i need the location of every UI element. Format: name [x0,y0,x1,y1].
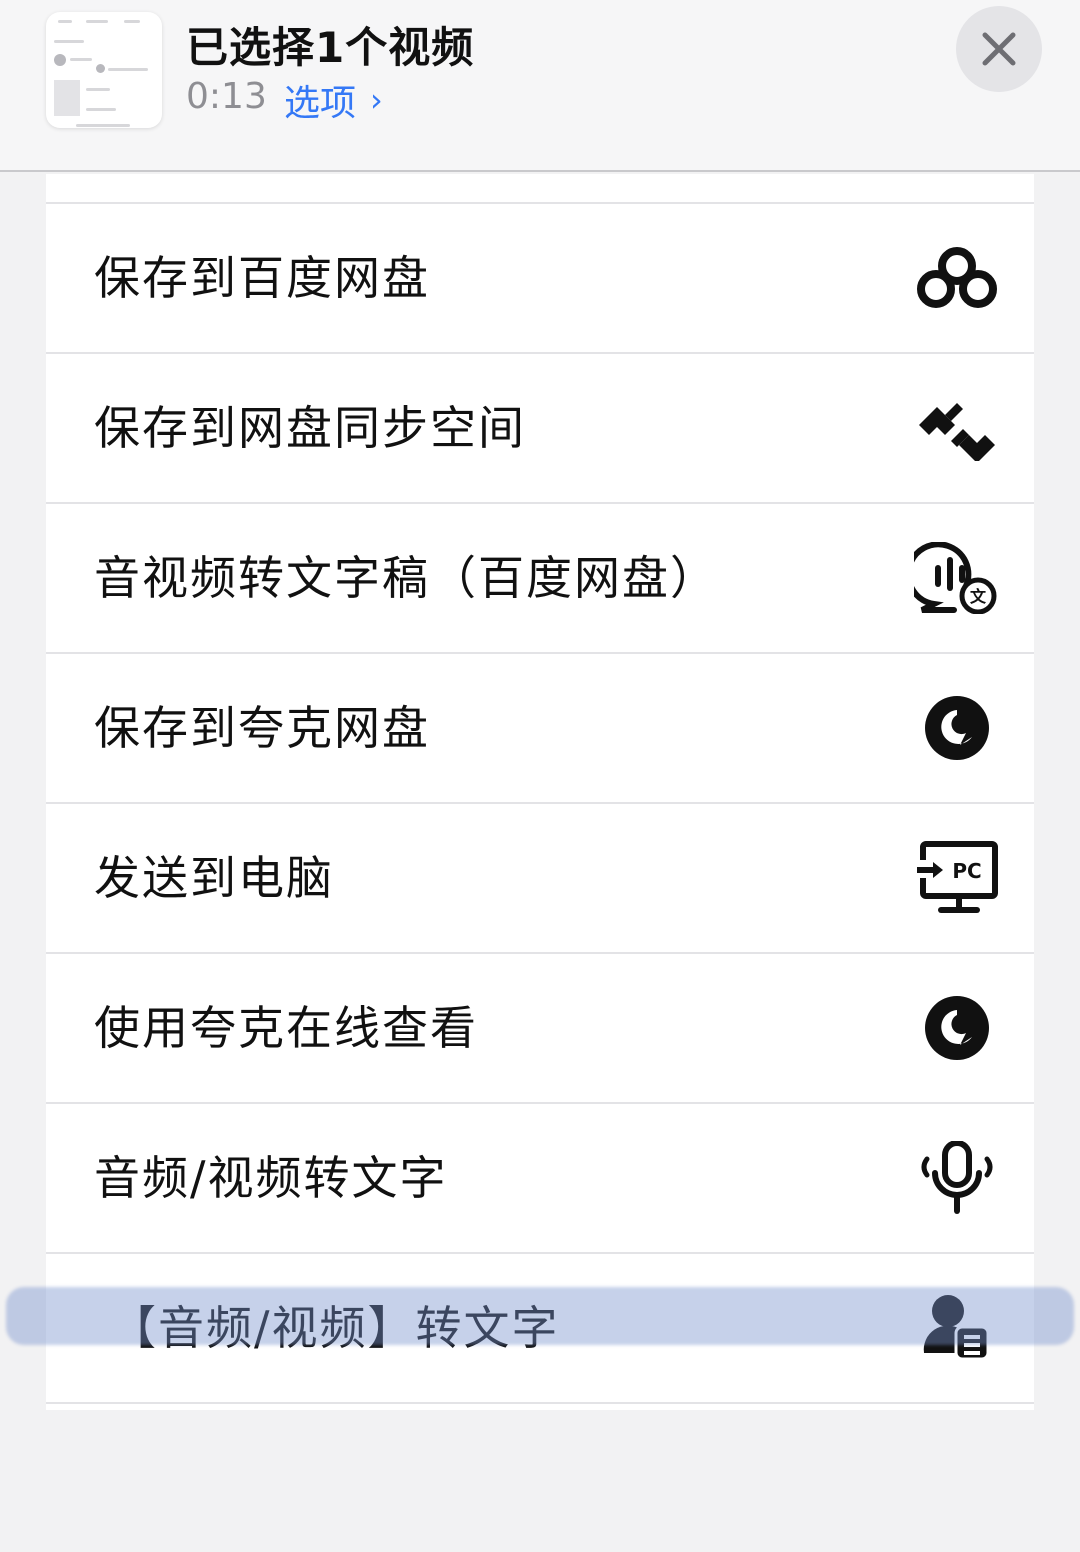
video-duration: 0:13 [186,76,267,117]
action-row-quark-view[interactable]: 使用夸克在线查看 [46,952,1034,1102]
microphone-icon [912,1141,1002,1214]
action-label: 使用夸克在线查看 [94,1001,478,1055]
action-label: 保存到夸克网盘 [94,701,430,755]
baidu-netdisk-icon [912,243,1002,313]
action-row-send-to-pc[interactable]: 发送到电脑 PC [46,802,1034,952]
action-label: 保存到网盘同步空间 [94,401,526,455]
chevron-right-icon: › [370,81,383,119]
action-label: 音频/视频转文字 [94,1151,448,1205]
transcribe-chat-icon: 文 [912,542,1002,614]
action-label: 音视频转文字稿（百度网盘） [94,551,718,605]
action-row-save-baidu[interactable]: 保存到百度网盘 [46,202,1034,352]
touch-highlight [6,1287,1074,1345]
action-row-partial [46,1402,1034,1552]
pc-label: PC [952,859,981,883]
share-sheet-header: 已选择1个视频 0:13 选项 › [0,0,1080,172]
options-label: 选项 [284,83,357,124]
close-icon [982,32,1016,66]
action-list: 保存到百度网盘 保存到网盘同步空间 音视频转文字稿（百度网盘） 文 保存到夸克网… [46,174,1034,1410]
sync-space-icon [912,393,1002,463]
quark-icon [912,693,1002,763]
svg-text:文: 文 [970,587,987,606]
action-row-transcribe-baidu[interactable]: 音视频转文字稿（百度网盘） 文 [46,502,1034,652]
quark-icon [912,993,1002,1063]
action-row-audio-video-to-text[interactable]: 音频/视频转文字 [46,1102,1034,1252]
action-row-save-quark[interactable]: 保存到夸克网盘 [46,652,1034,802]
action-label: 保存到百度网盘 [94,251,430,305]
video-thumbnail [46,12,162,128]
selection-title: 已选择1个视频 [186,23,475,72]
action-row-save-sync-space[interactable]: 保存到网盘同步空间 [46,352,1034,502]
action-label: 发送到电脑 [94,851,334,905]
options-link[interactable]: 选项 › [284,74,383,126]
send-to-pc-icon: PC [912,841,1002,913]
close-button[interactable] [956,6,1042,92]
